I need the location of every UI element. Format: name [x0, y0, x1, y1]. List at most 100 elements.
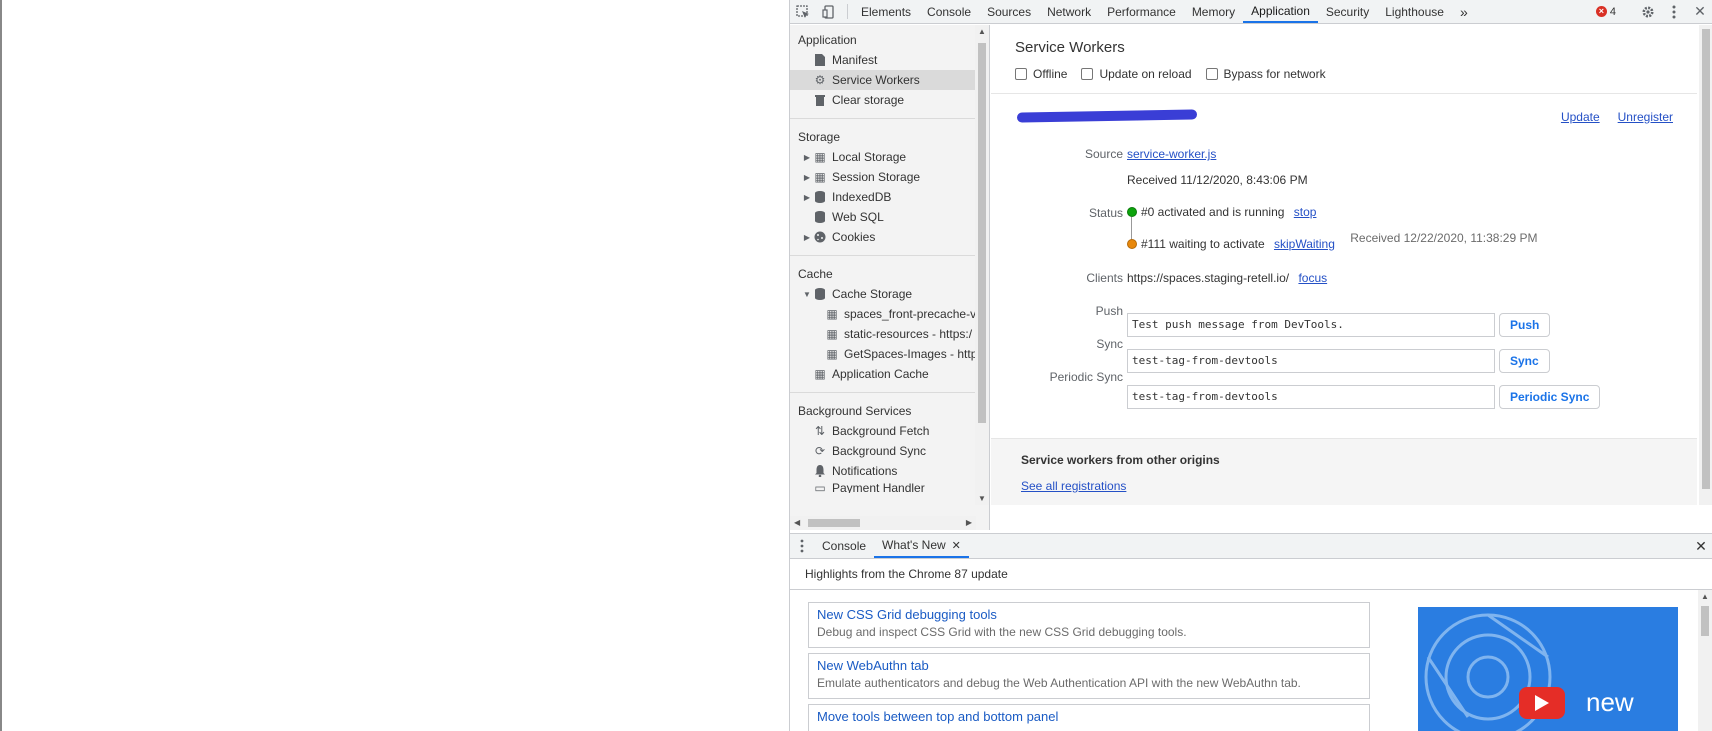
sidebar-item-label: Background Sync [832, 444, 927, 458]
offline-checkbox[interactable]: Offline [1015, 67, 1067, 81]
news-item[interactable]: Move tools between top and bottom panel [808, 704, 1370, 731]
periodic-sync-input[interactable]: test-tag-from-devtools [1127, 385, 1495, 409]
close-tab-icon[interactable]: ✕ [952, 539, 961, 552]
drawer-menu-icon[interactable] [790, 534, 814, 558]
highlights-heading: Highlights from the Chrome 87 update [805, 567, 1008, 581]
sidebar-item-label: Application Cache [832, 367, 929, 381]
scrollbar-thumb[interactable] [978, 43, 986, 423]
scroll-up-icon[interactable]: ▲ [1701, 592, 1709, 601]
sidebar-vertical-scrollbar[interactable]: ▲ ▼ [975, 25, 989, 505]
sidebar-item-payment-handler[interactable]: ▭ Payment Handler [790, 481, 989, 493]
sidebar-item-background-fetch[interactable]: ⇅ Background Fetch [790, 421, 989, 441]
devtools-toolbar: Elements Console Sources Network Perform… [790, 0, 1712, 24]
drawer-tab-whats-new[interactable]: What's New ✕ [874, 534, 969, 558]
tab-security[interactable]: Security [1318, 0, 1377, 23]
tab-lighthouse[interactable]: Lighthouse [1377, 0, 1452, 23]
sidebar-item-clear-storage[interactable]: Clear storage [790, 90, 989, 110]
gear-icon[interactable] [1635, 5, 1661, 19]
cookie-icon [812, 231, 828, 243]
drawer-vertical-scrollbar[interactable]: ▲ [1698, 590, 1712, 731]
news-title[interactable]: New CSS Grid debugging tools [817, 607, 1361, 623]
expand-arrow-icon[interactable]: ▶ [802, 153, 812, 162]
bypass-for-network-checkbox[interactable]: Bypass for network [1205, 67, 1326, 81]
status-running-row: #0 activated and is running stop [1127, 205, 1316, 219]
collapse-arrow-icon[interactable]: ▼ [802, 290, 812, 299]
push-input[interactable]: Test push message from DevTools. [1127, 313, 1495, 337]
update-on-reload-checkbox[interactable]: Update on reload [1081, 67, 1192, 81]
close-drawer-icon[interactable]: ✕ [1689, 534, 1712, 558]
checkbox-box[interactable] [1205, 68, 1218, 80]
sidebar-item-application-cache[interactable]: ▦ Application Cache [790, 364, 989, 384]
scrollbar-thumb[interactable] [1702, 29, 1710, 489]
device-toolbar-icon[interactable] [816, 0, 842, 23]
tab-console[interactable]: Console [919, 0, 979, 23]
news-item[interactable]: New WebAuthn tab Emulate authenticators … [808, 653, 1370, 699]
grid-icon: ▦ [814, 150, 826, 164]
sidebar-item-cache-entry[interactable]: ▦ static-resources - https:/ [790, 324, 989, 344]
sidebar-item-indexeddb[interactable]: ▶ IndexedDB [790, 187, 989, 207]
periodic-sync-button[interactable]: Periodic Sync [1499, 385, 1601, 409]
kebab-menu-icon[interactable] [1661, 5, 1687, 19]
error-icon: × [1595, 6, 1607, 17]
inspect-element-icon[interactable] [790, 0, 816, 23]
stop-link[interactable]: stop [1294, 205, 1317, 219]
sidebar-item-cache-entry[interactable]: ▦ spaces_front-precache-v [790, 304, 989, 324]
sidebar-item-local-storage[interactable]: ▶ ▦ Local Storage [790, 147, 989, 167]
drawer-tab-label: What's New [882, 538, 946, 552]
tab-elements[interactable]: Elements [853, 0, 919, 23]
sidebar-item-cache-storage[interactable]: ▼ Cache Storage [790, 284, 989, 304]
news-item[interactable]: New CSS Grid debugging tools Debug and i… [808, 602, 1370, 648]
scrollbar-thumb[interactable] [808, 519, 860, 527]
youtube-play-icon[interactable] [1519, 687, 1565, 719]
tab-network[interactable]: Network [1039, 0, 1099, 23]
main-vertical-scrollbar[interactable] [1699, 25, 1712, 505]
scroll-down-icon[interactable]: ▼ [978, 494, 986, 503]
drawer-tab-console[interactable]: Console [814, 534, 874, 558]
skip-waiting-link[interactable]: skipWaiting [1274, 237, 1335, 251]
scroll-right-icon[interactable]: ▶ [966, 518, 972, 527]
update-link[interactable]: Update [1561, 110, 1600, 124]
push-button[interactable]: Push [1499, 313, 1551, 337]
sidebar-item-cookies[interactable]: ▶ Cookies [790, 227, 989, 247]
drawer-tabbar: Console What's New ✕ ✕ [790, 533, 1712, 559]
source-link[interactable]: service-worker.js [1127, 147, 1216, 161]
see-all-registrations-link[interactable]: See all registrations [1021, 479, 1126, 493]
sidebar-item-web-sql[interactable]: Web SQL [790, 207, 989, 227]
checkbox-box[interactable] [1015, 68, 1027, 80]
sidebar-item-cache-entry[interactable]: ▦ GetSpaces-Images - http [790, 344, 989, 364]
tab-memory[interactable]: Memory [1184, 0, 1243, 23]
more-tabs-icon[interactable]: » [1452, 0, 1476, 23]
whats-new-video-thumbnail[interactable]: new [1418, 607, 1678, 731]
news-description: Emulate authenticators and debug the Web… [817, 676, 1301, 690]
database-icon [812, 288, 828, 300]
scroll-up-icon[interactable]: ▲ [978, 27, 986, 36]
sync-input[interactable]: test-tag-from-devtools [1127, 349, 1495, 373]
sidebar-item-label: Payment Handler [832, 481, 925, 493]
tab-application[interactable]: Application [1243, 0, 1318, 23]
sidebar-item-manifest[interactable]: Manifest [790, 50, 989, 70]
close-icon[interactable]: ✕ [1687, 3, 1712, 20]
scroll-left-icon[interactable]: ◀ [794, 518, 800, 527]
expand-arrow-icon[interactable]: ▶ [802, 193, 812, 202]
sidebar-item-session-storage[interactable]: ▶ ▦ Session Storage [790, 167, 989, 187]
trash-icon [812, 94, 828, 106]
checkbox-box[interactable] [1081, 68, 1094, 80]
sidebar-item-service-workers[interactable]: ⚙ Service Workers [790, 70, 989, 90]
sidebar-item-label: Notifications [832, 464, 898, 478]
tab-performance[interactable]: Performance [1099, 0, 1184, 23]
news-title[interactable]: New WebAuthn tab [817, 658, 1361, 674]
error-count-badge[interactable]: × 4 [1595, 6, 1616, 18]
scrollbar-thumb[interactable] [1701, 606, 1709, 636]
sync-button[interactable]: Sync [1499, 349, 1550, 373]
unregister-link[interactable]: Unregister [1618, 110, 1673, 124]
expand-arrow-icon[interactable]: ▶ [802, 233, 812, 242]
clients-value: https://spaces.staging-retell.io/ [1127, 271, 1290, 285]
tab-sources[interactable]: Sources [979, 0, 1039, 23]
focus-link[interactable]: focus [1298, 271, 1327, 285]
news-title[interactable]: Move tools between top and bottom panel [817, 709, 1361, 725]
sidebar-horizontal-scrollbar[interactable]: ◀ ▶ [790, 516, 976, 530]
expand-arrow-icon[interactable]: ▶ [802, 173, 812, 182]
sidebar-item-background-sync[interactable]: ⟳ Background Sync [790, 441, 989, 461]
sidebar-item-notifications[interactable]: Notifications [790, 461, 989, 481]
sidebar-item-label: Cache Storage [832, 287, 913, 301]
